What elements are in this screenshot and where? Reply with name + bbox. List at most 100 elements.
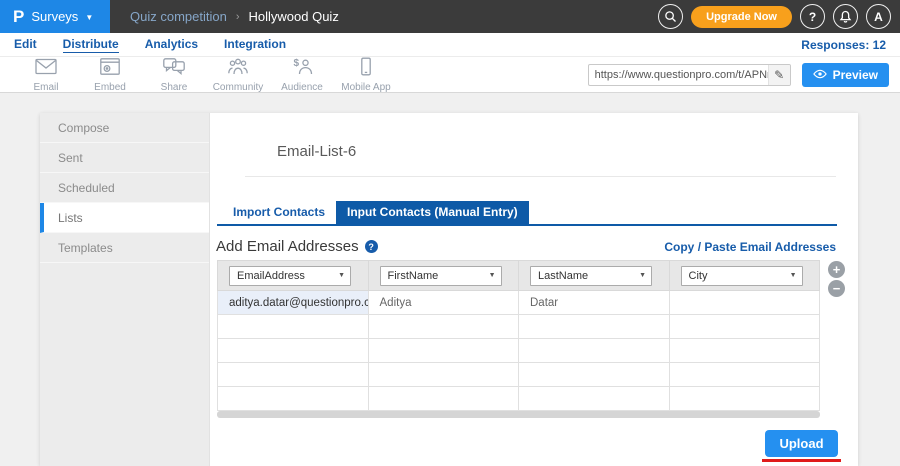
column-select-lastname[interactable]: LastName▼ — [530, 266, 652, 286]
distribute-toolbar: EmailEmbedShareCommunity$AudienceMobile … — [0, 57, 900, 93]
cell-firstname-row4[interactable] — [368, 363, 519, 387]
table-row — [218, 363, 820, 387]
channel-audience[interactable]: $Audience — [270, 57, 334, 93]
nav-item-analytics[interactable]: Analytics — [145, 37, 198, 53]
breadcrumb-separator-icon: › — [236, 11, 240, 23]
help-tooltip-icon[interactable]: ? — [365, 240, 378, 253]
sidebar-item-templates[interactable]: Templates — [40, 233, 209, 263]
chevron-down-icon: ▼ — [790, 272, 797, 279]
nav-item-edit[interactable]: Edit — [14, 37, 37, 53]
column-header-firstname: FirstName ▼ — [368, 261, 519, 291]
survey-url-field[interactable]: https://www.questionpro.com/t/APNrFZ ✎ — [588, 64, 791, 86]
cell-firstname-row5[interactable] — [368, 387, 519, 411]
notifications-bell-icon[interactable] — [833, 4, 858, 29]
nav-item-distribute[interactable]: Distribute — [63, 37, 119, 53]
edit-url-pencil-icon[interactable]: ✎ — [768, 65, 790, 85]
responses-count: Responses: 12 — [801, 38, 886, 52]
share-icon — [162, 57, 186, 81]
email-lists-panel: ComposeSentScheduledListsTemplates Email… — [40, 113, 858, 466]
top-app-bar: P Surveys ▼ Quiz competition › Hollywood… — [0, 0, 900, 33]
list-title: Email-List-6 — [277, 143, 356, 160]
table-row — [218, 339, 820, 363]
upload-button[interactable]: Upload — [765, 430, 838, 457]
channel-embed[interactable]: Embed — [78, 57, 142, 93]
cell-emailaddress-row4[interactable] — [218, 363, 369, 387]
annotation-red-underline — [762, 459, 841, 462]
cell-lastname-row1[interactable]: Datar — [519, 291, 670, 315]
channel-label-embed: Embed — [94, 82, 126, 93]
distribute-channels: EmailEmbedShareCommunity$AudienceMobile … — [14, 57, 398, 93]
survey-url-value: https://www.questionpro.com/t/APNrFZ — [589, 69, 768, 81]
mobile-app-icon — [354, 57, 378, 81]
upgrade-now-button[interactable]: Upgrade Now — [691, 6, 792, 28]
section-nav: Edit Distribute Analytics Integration Respo… — [0, 33, 900, 57]
questionpro-logo: P — [13, 8, 24, 25]
channel-label-email: Email — [33, 82, 58, 93]
account-avatar[interactable]: A — [866, 4, 891, 29]
cell-firstname-row2[interactable] — [368, 315, 519, 339]
preview-button[interactable]: Preview — [802, 63, 889, 87]
channel-mobile-app[interactable]: Mobile App — [334, 57, 398, 93]
contacts-tabs: Import ContactsInput Contacts (Manual En… — [222, 201, 529, 224]
surveys-menu-label: Surveys — [31, 9, 78, 24]
cell-lastname-row4[interactable] — [519, 363, 670, 387]
column-select-city[interactable]: City▼ — [681, 266, 803, 286]
cell-city-row1[interactable] — [669, 291, 820, 315]
tab-input-contacts-manual-entry[interactable]: Input Contacts (Manual Entry) — [336, 201, 529, 224]
tab-underline — [217, 224, 837, 226]
cell-city-row5[interactable] — [669, 387, 820, 411]
search-icon[interactable] — [658, 4, 683, 29]
email-icon — [34, 57, 58, 81]
remove-row-button[interactable]: − — [828, 280, 845, 297]
channel-community[interactable]: Community — [206, 57, 270, 93]
section-nav-items: Edit Distribute Analytics Integration — [14, 37, 286, 53]
cell-firstname-row1[interactable]: Aditya — [368, 291, 519, 315]
email-sidebar: ComposeSentScheduledListsTemplates — [40, 113, 210, 466]
surveys-menu[interactable]: P Surveys ▼ — [0, 0, 110, 33]
chevron-down-icon: ▼ — [489, 272, 496, 279]
audience-icon: $ — [290, 57, 314, 81]
help-icon[interactable]: ? — [800, 4, 825, 29]
column-select-emailaddress[interactable]: EmailAddress ▼ — [229, 266, 351, 286]
cell-city-row4[interactable] — [669, 363, 820, 387]
cell-emailaddress-row1[interactable]: aditya.datar@questionpro.com — [218, 291, 369, 315]
chevron-down-icon: ▼ — [338, 272, 345, 279]
chevron-down-icon: ▼ — [85, 13, 93, 22]
column-select-value-lastname: LastName — [538, 270, 588, 282]
breadcrumb-parent[interactable]: Quiz competition — [130, 9, 227, 24]
cell-lastname-row3[interactable] — [519, 339, 670, 363]
channel-email[interactable]: Email — [14, 57, 78, 93]
column-select-firstname[interactable]: FirstName ▼ — [380, 266, 502, 286]
tab-import-contacts[interactable]: Import Contacts — [222, 201, 336, 224]
breadcrumb-current: Hollywood Quiz — [249, 9, 339, 24]
topbar-actions: Upgrade Now ? A — [658, 0, 900, 33]
add-row-button[interactable]: + — [828, 261, 845, 278]
list-content: Email-List-6 Import ContactsInput Contac… — [210, 113, 858, 466]
channel-label-community: Community — [213, 82, 264, 93]
cell-city-row3[interactable] — [669, 339, 820, 363]
cell-emailaddress-row3[interactable] — [218, 339, 369, 363]
sidebar-item-lists[interactable]: Lists — [40, 203, 209, 233]
nav-item-integration[interactable]: Integration — [224, 37, 286, 53]
copy-paste-emails-link[interactable]: Copy / Paste Email Addresses — [664, 240, 836, 254]
contacts-table: EmailAddress▼FirstName▼LastName▼City▼ ad… — [217, 260, 820, 411]
sidebar-item-sent[interactable]: Sent — [40, 143, 209, 173]
cell-emailaddress-row5[interactable] — [218, 387, 369, 411]
sidebar-item-compose[interactable]: Compose — [40, 113, 209, 143]
cell-city-row2[interactable] — [669, 315, 820, 339]
eye-icon — [813, 68, 827, 82]
cell-lastname-row2[interactable] — [519, 315, 670, 339]
sidebar-item-scheduled[interactable]: Scheduled — [40, 173, 209, 203]
column-select-value-firstname: FirstName — [388, 270, 439, 282]
cell-firstname-row3[interactable] — [368, 339, 519, 363]
cell-emailaddress-row2[interactable] — [218, 315, 369, 339]
column-header-emailaddress: EmailAddress ▼ — [218, 261, 369, 291]
column-header-city: City▼ — [669, 261, 820, 291]
column-select-value-emailaddress: EmailAddress — [237, 270, 305, 282]
channel-label-audience: Audience — [281, 82, 323, 93]
channel-share[interactable]: Share — [142, 57, 206, 93]
add-emails-header: Add Email Addresses ? Copy / Paste Email… — [216, 238, 836, 255]
cell-lastname-row5[interactable] — [519, 387, 670, 411]
column-header-lastname: LastName▼ — [519, 261, 670, 291]
table-horizontal-scrollbar[interactable] — [217, 411, 820, 418]
